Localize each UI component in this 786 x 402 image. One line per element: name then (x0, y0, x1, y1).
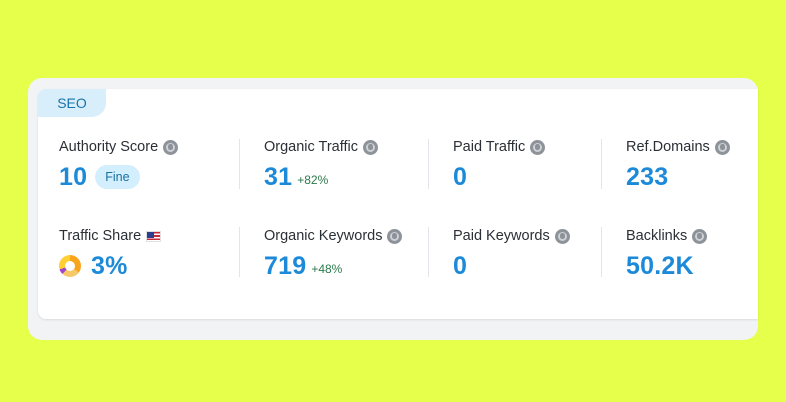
divider (239, 139, 240, 189)
backlinks-label-row: Backlinks (626, 226, 708, 246)
paid-keywords-value: 0 (453, 251, 468, 280)
authority-score-badge: Fine (95, 165, 140, 189)
divider (428, 139, 429, 189)
ref-domains-label-row: Ref.Domains (626, 137, 730, 157)
traffic-share-label: Traffic Share (59, 228, 142, 244)
paid-keywords-label-row: Paid Keywords (453, 226, 570, 246)
divider (428, 227, 429, 277)
traffic-share-value-row: 3% (59, 252, 161, 280)
paid-traffic-value: 0 (453, 162, 468, 191)
divider (601, 139, 602, 189)
metric-traffic-share[interactable]: Traffic Share 3% (59, 226, 162, 280)
paid-keywords-label: Paid Keywords (453, 228, 550, 244)
organic-keywords-label: Organic Keywords (264, 228, 383, 244)
authority-score-label: Authority Score (59, 139, 159, 155)
ref-domains-value-row: 233 (626, 163, 730, 191)
paid-traffic-value-row: 0 (453, 163, 545, 191)
divider (239, 227, 240, 277)
organic-traffic-value-row: 31 +82% (264, 163, 378, 191)
backlinks-value: 50.2K (626, 251, 694, 280)
organic-keywords-delta: +48% (311, 262, 343, 276)
organic-keywords-value-row: 719 +48% (264, 252, 402, 280)
backlinks-value-row: 50.2K (626, 252, 707, 280)
globe-icon[interactable] (530, 139, 546, 155)
globe-icon[interactable] (554, 228, 570, 244)
ref-domains-value: 233 (626, 162, 669, 191)
paid-traffic-label-row: Paid Traffic (453, 137, 546, 157)
globe-icon[interactable] (387, 228, 403, 244)
donut-chart-icon (59, 255, 81, 277)
authority-score-value-row: 10 Fine (59, 163, 178, 191)
authority-score-value: 10 (59, 162, 88, 191)
globe-icon[interactable] (363, 139, 379, 155)
paid-keywords-value-row: 0 (453, 252, 570, 280)
metric-paid-keywords[interactable]: Paid Keywords 0 (453, 226, 570, 280)
seo-tab[interactable]: SEO (38, 89, 106, 117)
traffic-share-label-row: Traffic Share (59, 226, 162, 246)
divider (601, 227, 602, 277)
globe-icon[interactable] (714, 139, 730, 155)
metric-paid-traffic[interactable]: Paid Traffic 0 (453, 137, 546, 191)
metric-ref-domains[interactable]: Ref.Domains 233 (626, 137, 730, 191)
organic-keywords-value: 719 (264, 251, 307, 280)
organic-traffic-delta: +82% (297, 173, 329, 187)
globe-icon[interactable] (163, 139, 179, 155)
metric-backlinks[interactable]: Backlinks 50.2K (626, 226, 708, 280)
us-flag-icon[interactable] (146, 230, 162, 242)
metric-organic-traffic[interactable]: Organic Traffic 31 +82% (264, 137, 379, 191)
metric-organic-keywords[interactable]: Organic Keywords 719 +48% (264, 226, 403, 280)
organic-traffic-label: Organic Traffic (264, 139, 359, 155)
organic-traffic-value: 31 (264, 162, 293, 191)
authority-score-label-row: Authority Score (59, 137, 179, 157)
seo-widget-card: SEO Authority Score 10 Fine Organic Traf… (38, 89, 758, 319)
ref-domains-label: Ref.Domains (626, 139, 710, 155)
traffic-share-value: 3% (91, 251, 128, 280)
backlinks-label: Backlinks (626, 228, 688, 244)
globe-icon[interactable] (692, 228, 708, 244)
organic-keywords-label-row: Organic Keywords (264, 226, 403, 246)
metric-authority-score[interactable]: Authority Score 10 Fine (59, 137, 179, 191)
organic-traffic-label-row: Organic Traffic (264, 137, 379, 157)
paid-traffic-label: Paid Traffic (453, 139, 526, 155)
